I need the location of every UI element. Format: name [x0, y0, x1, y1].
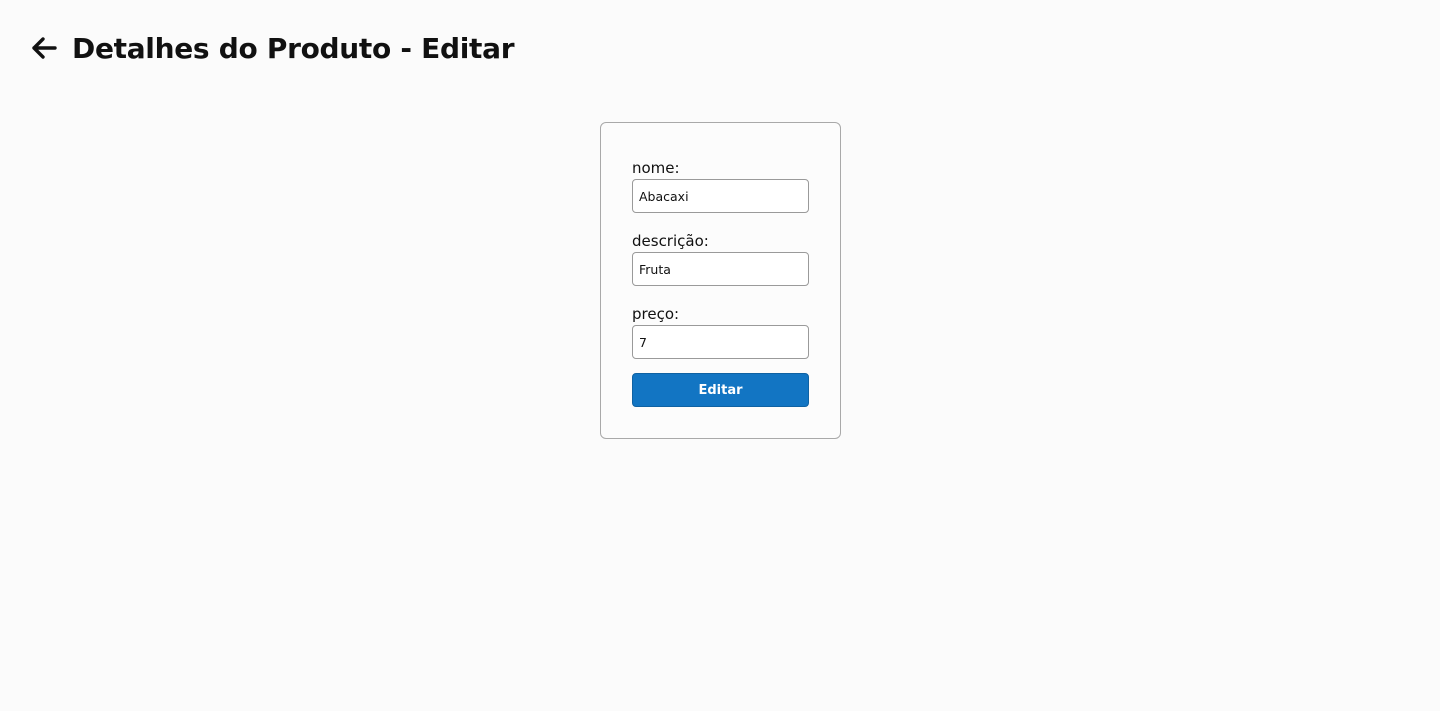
price-input[interactable] [632, 325, 809, 359]
back-button[interactable] [30, 34, 58, 62]
name-label: nome: [632, 159, 680, 177]
price-field-group: preço: [632, 303, 809, 359]
edit-product-form: nome: descrição: preço: Editar [600, 122, 841, 439]
edit-button[interactable]: Editar [632, 373, 809, 407]
description-field-group: descrição: [632, 230, 809, 286]
page-header: Detalhes do Produto - Editar [30, 28, 515, 68]
description-label: descrição: [632, 232, 709, 250]
arrow-left-icon [32, 37, 57, 59]
name-field-group: nome: [632, 157, 809, 213]
price-label: preço: [632, 305, 680, 323]
description-input[interactable] [632, 252, 809, 286]
name-input[interactable] [632, 179, 809, 213]
page-title: Detalhes do Produto - Editar [72, 31, 515, 65]
